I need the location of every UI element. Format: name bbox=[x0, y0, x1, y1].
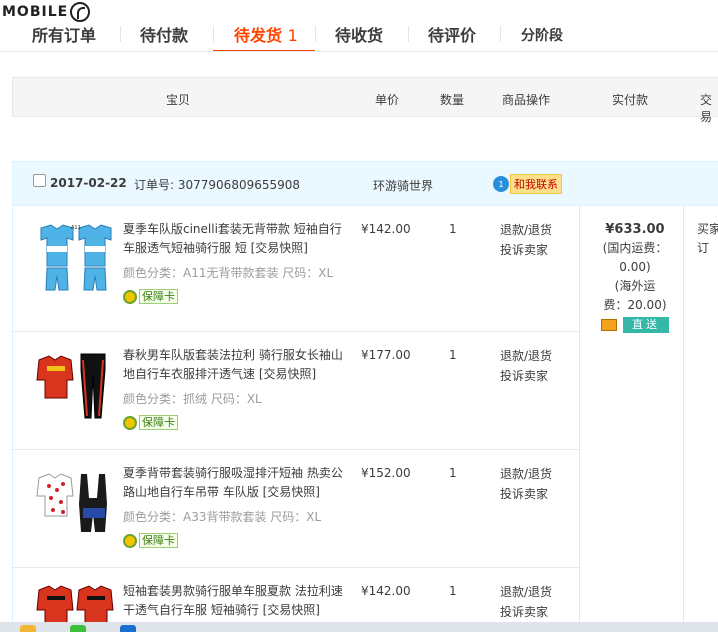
payment-summary: ¥633.00 (国内运费：0.00) (海外运 费：20.00) 直送 bbox=[587, 220, 683, 333]
direct-shipping-badge: 直送 bbox=[623, 317, 669, 333]
order-item-row: A11 夏季车队版cinelli套装无背带款 短袖自行车服透气短袖骑行服 短 [… bbox=[13, 206, 579, 332]
tab-installments[interactable]: 分阶段 bbox=[521, 25, 563, 45]
payment-card-icon bbox=[601, 319, 617, 331]
paid-total: ¥633.00 bbox=[605, 222, 665, 237]
order-item-row: 春秋男车队版套装法拉利 骑行服女长袖山地自行车衣服排汗透气速 [交易快照] 颜色… bbox=[13, 332, 579, 450]
contact-seller-button[interactable]: 1 和我联系 bbox=[493, 174, 562, 194]
shop-name-link[interactable]: 环游骑世界 bbox=[373, 177, 433, 194]
tab-all-orders[interactable]: 所有订单 bbox=[32, 22, 96, 46]
jersey-thumbnail-icon[interactable]: A11 bbox=[35, 220, 115, 300]
item-actions: 退款/退货 投诉卖家 bbox=[500, 582, 552, 622]
tab-count-badge: 1 bbox=[287, 26, 298, 45]
complain-seller-link[interactable]: 投诉卖家 bbox=[500, 240, 552, 260]
taskbar bbox=[0, 622, 718, 632]
trade-status: 买家 订 bbox=[697, 222, 718, 255]
col-header-trade: 交易 bbox=[700, 93, 713, 124]
refund-return-link[interactable]: 退款/退货 bbox=[500, 464, 552, 484]
guarantee-card-badge[interactable]: 保障卡 bbox=[123, 533, 178, 548]
tab-pending-payment[interactable]: 待付款 bbox=[140, 22, 188, 46]
refund-return-link[interactable]: 退款/退货 bbox=[500, 346, 552, 366]
order-status-tabs: 所有订单 待付款 待发货 1 待收货 待评价 分阶段 bbox=[0, 0, 718, 52]
item-qty: 1 bbox=[449, 584, 457, 598]
order-header: 2017-02-22 订单号: 3077906809655908 环游骑世界 1… bbox=[13, 162, 718, 206]
refund-return-link[interactable]: 退款/退货 bbox=[500, 582, 552, 602]
complain-seller-link[interactable]: 投诉卖家 bbox=[500, 366, 552, 386]
jersey-thumbnail-icon[interactable] bbox=[35, 346, 115, 426]
col-header-price: 单价 bbox=[375, 93, 400, 107]
item-title-link[interactable]: 春秋男车队版套装法拉利 骑行服女长袖山地自行车衣服排汗透气速 [交易快照] bbox=[123, 346, 347, 384]
item-actions: 退款/退货 投诉卖家 bbox=[500, 346, 552, 386]
item-qty: 1 bbox=[449, 466, 457, 480]
item-title-link[interactable]: 短袖套装男款骑行服单车服夏款 法拉利速干透气自行车服 短袖骑行 [交易快照] bbox=[123, 582, 347, 620]
tab-pending-shipment[interactable]: 待发货 1 bbox=[234, 22, 298, 46]
item-actions: 退款/退货 投诉卖家 bbox=[500, 464, 552, 504]
item-sku: 颜色分类：抓绒 尺码：XL bbox=[123, 392, 262, 406]
col-header-actions: 商品操作 bbox=[502, 93, 551, 107]
guarantee-card-badge[interactable]: 保障卡 bbox=[123, 415, 178, 430]
guarantee-card-badge[interactable]: 保障卡 bbox=[123, 289, 178, 304]
col-header-qty: 数量 bbox=[440, 93, 465, 107]
folder-icon[interactable] bbox=[20, 625, 36, 632]
item-qty: 1 bbox=[449, 222, 457, 236]
order-number: 订单号: 3077906809655908 bbox=[134, 178, 301, 192]
item-actions: 退款/退货 投诉卖家 bbox=[500, 220, 552, 260]
item-title-link[interactable]: 夏季车队版cinelli套装无背带款 短袖自行车服透气短袖骑行服 短 [交易快照… bbox=[123, 220, 347, 258]
complain-seller-link[interactable]: 投诉卖家 bbox=[500, 484, 552, 504]
col-header-item: 宝贝 bbox=[166, 93, 191, 107]
item-title-link[interactable]: 夏季背带套装骑行服吸湿排汗短袖 热卖公路山地自行车吊带 车队版 [交易快照] bbox=[123, 464, 347, 502]
contact-seller-label: 和我联系 bbox=[510, 174, 562, 194]
order-select-checkbox[interactable] bbox=[33, 174, 46, 187]
complain-seller-link[interactable]: 投诉卖家 bbox=[500, 602, 552, 622]
tab-pending-review[interactable]: 待评价 bbox=[428, 22, 476, 46]
overseas-shipping: (海外运 费：20.00) bbox=[603, 279, 667, 312]
domestic-shipping: (国内运费：0.00) bbox=[602, 241, 668, 274]
browser-icon[interactable] bbox=[120, 625, 136, 632]
item-price: ¥152.00 bbox=[361, 466, 411, 480]
jersey-thumbnail-icon[interactable] bbox=[35, 464, 115, 544]
order-card: 2017-02-22 订单号: 3077906809655908 环游骑世界 1… bbox=[12, 161, 718, 632]
chat-icon: 1 bbox=[493, 176, 509, 192]
guarantee-icon bbox=[123, 533, 137, 548]
refund-return-link[interactable]: 退款/退货 bbox=[500, 220, 552, 240]
order-item-row: 夏季背带套装骑行服吸湿排汗短袖 热卖公路山地自行车吊带 车队版 [交易快照] 颜… bbox=[13, 450, 579, 568]
item-qty: 1 bbox=[449, 348, 457, 362]
item-price: ¥142.00 bbox=[361, 222, 411, 236]
item-price: ¥177.00 bbox=[361, 348, 411, 362]
item-sku: 颜色分类：A11无背带款套装 尺码：XL bbox=[123, 266, 334, 280]
item-sku: 颜色分类：A33背带款套装 尺码：XL bbox=[123, 510, 322, 524]
table-header: 宝贝 单价 数量 商品操作 实付款 交易 bbox=[12, 77, 718, 124]
order-date: 2017-02-22 bbox=[50, 176, 127, 190]
guarantee-icon bbox=[123, 289, 137, 304]
svg-text:A11: A11 bbox=[71, 225, 81, 231]
guarantee-icon bbox=[123, 415, 137, 430]
item-price: ¥142.00 bbox=[361, 584, 411, 598]
chat-app-icon[interactable] bbox=[70, 625, 86, 632]
tab-pending-receipt[interactable]: 待收货 bbox=[335, 22, 383, 46]
col-header-paid: 实付款 bbox=[612, 93, 649, 107]
